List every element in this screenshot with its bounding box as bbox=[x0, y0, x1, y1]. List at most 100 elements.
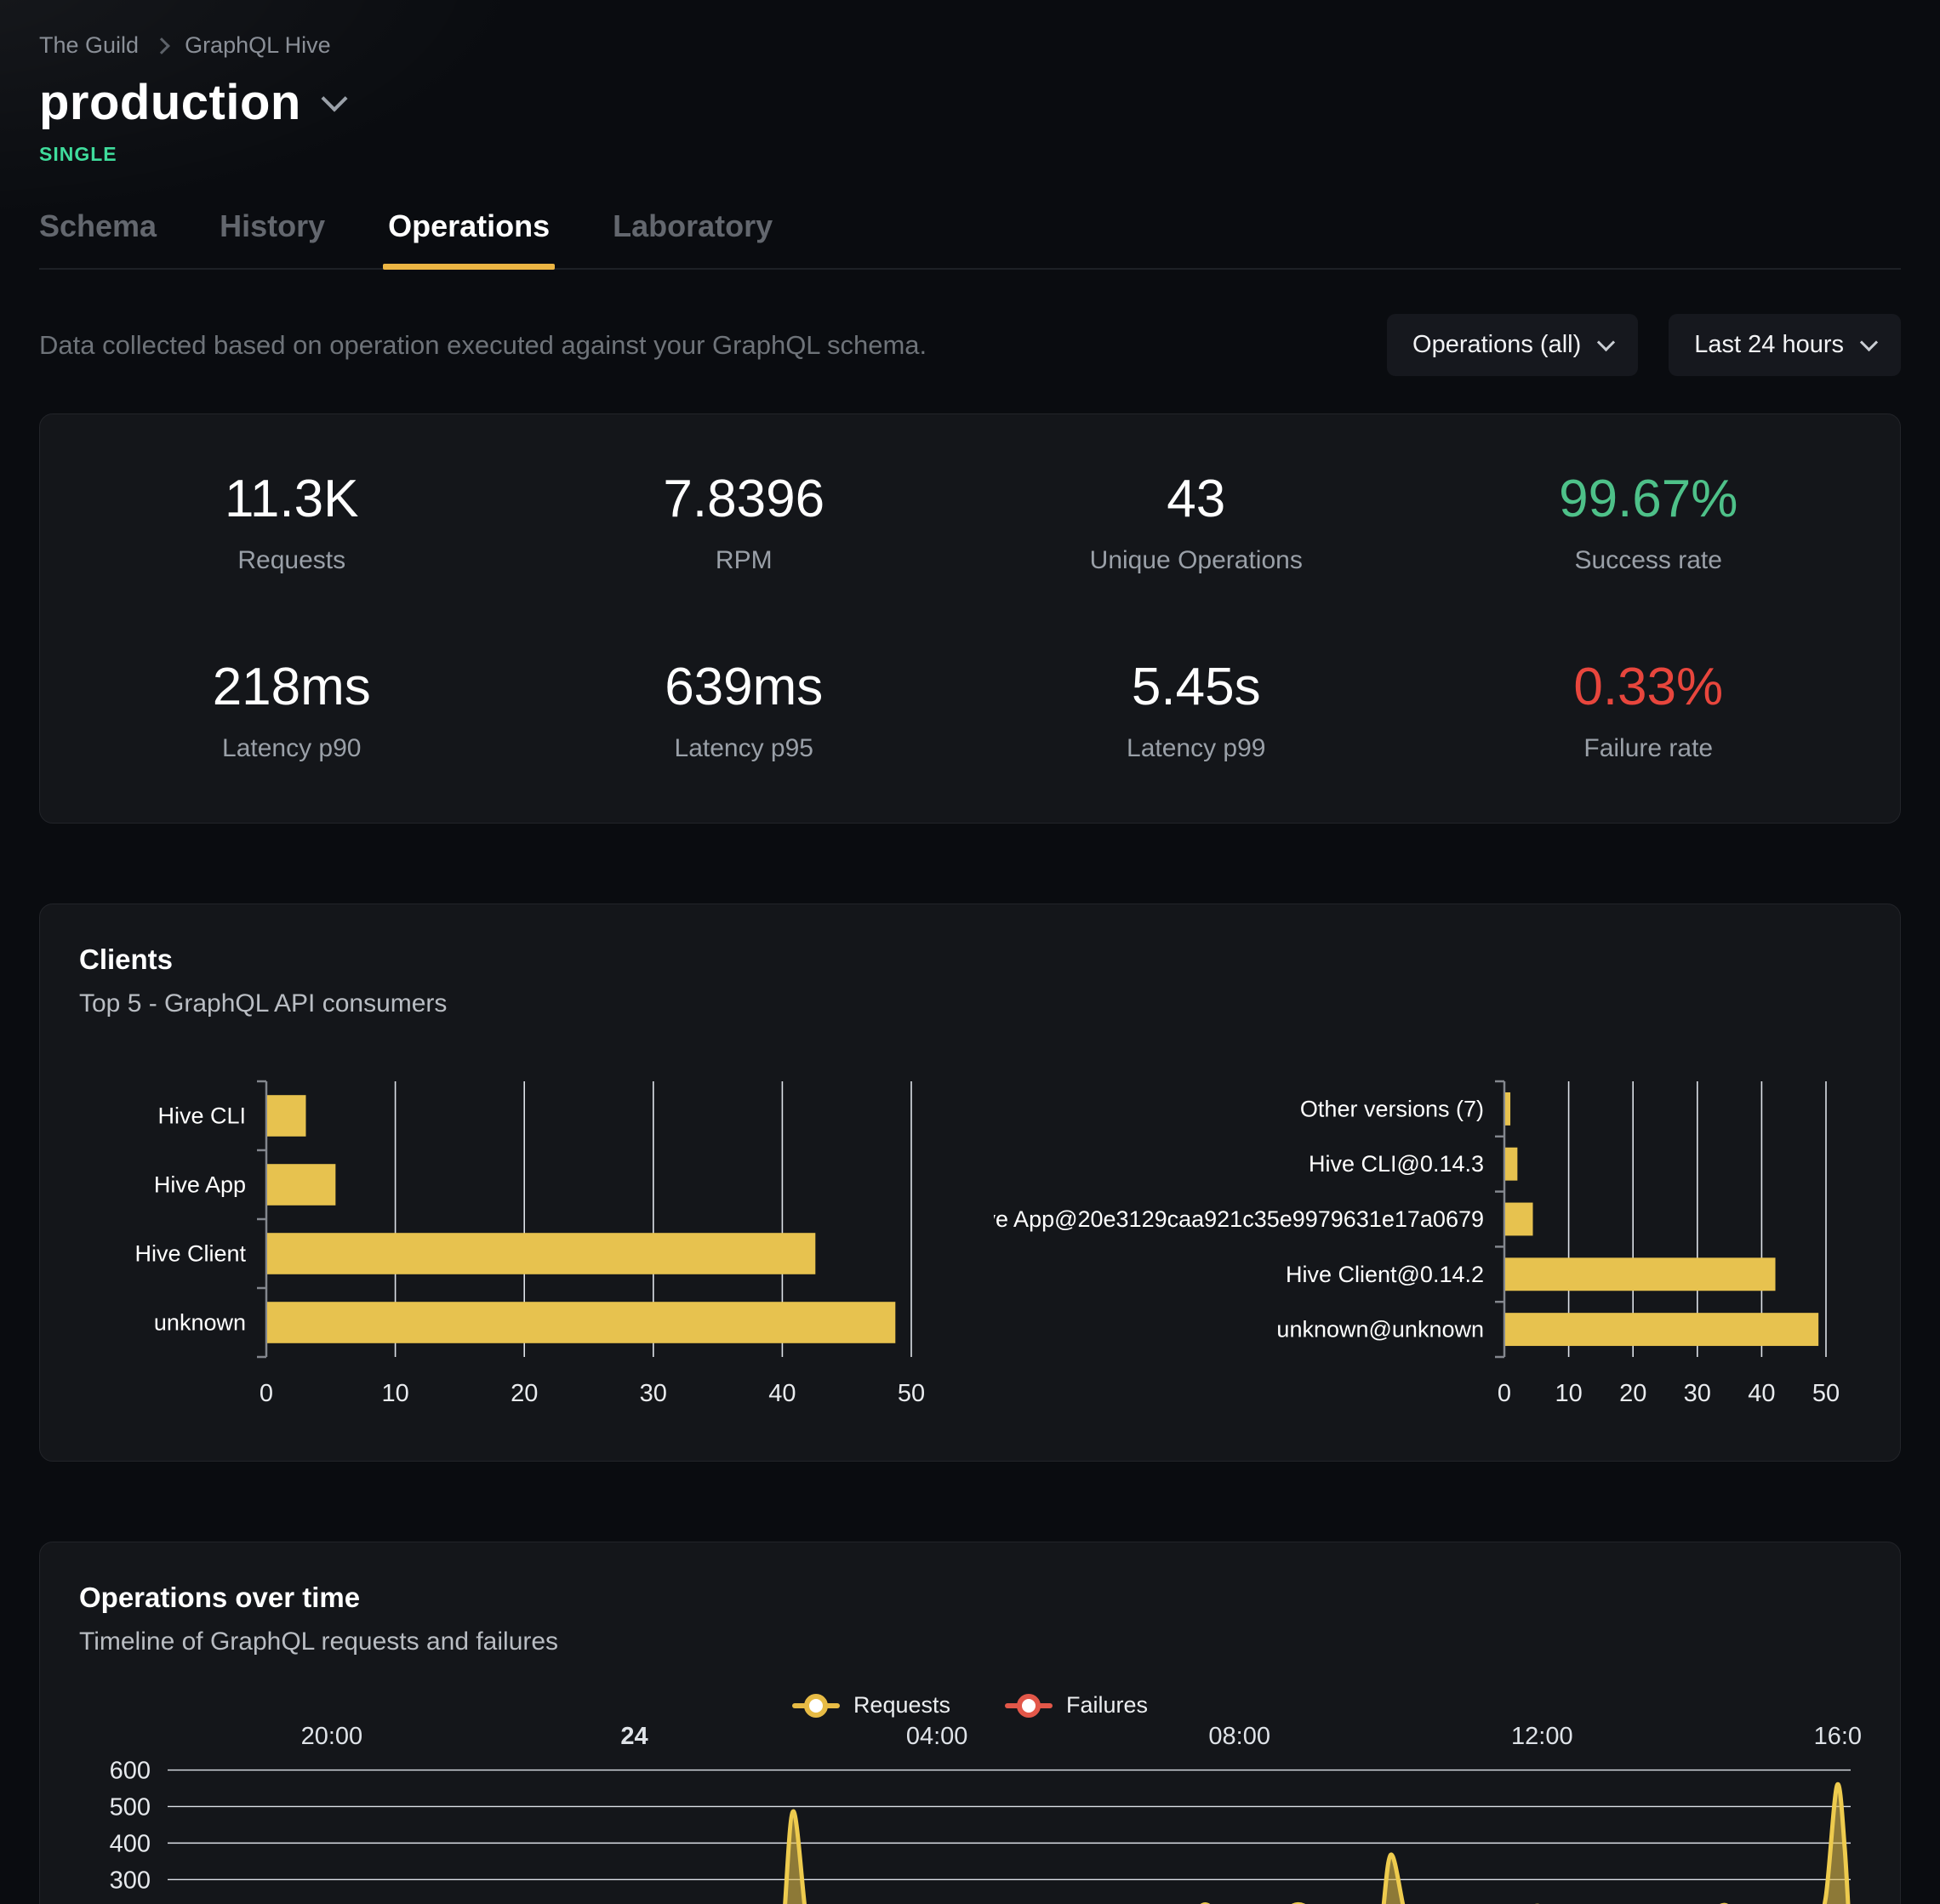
svg-text:30: 30 bbox=[640, 1380, 667, 1407]
svg-text:20:00: 20:00 bbox=[301, 1723, 363, 1750]
svg-text:300: 300 bbox=[110, 1867, 151, 1894]
stat-label: Success rate bbox=[1423, 546, 1875, 575]
stat-latency-p95: 639ms Latency p95 bbox=[518, 657, 971, 763]
stat-value: 99.67% bbox=[1423, 469, 1875, 529]
tab-operations[interactable]: Operations bbox=[388, 208, 550, 268]
svg-text:Hive Client: Hive Client bbox=[134, 1241, 246, 1267]
tab-schema[interactable]: Schema bbox=[39, 208, 157, 268]
timeline-legend: Requests Failures bbox=[79, 1692, 1861, 1719]
stat-latency-p90: 218ms Latency p90 bbox=[66, 657, 518, 763]
clients-card-title: Clients bbox=[79, 943, 1861, 976]
chevron-right-icon bbox=[153, 37, 170, 54]
stats-panel: 11.3K Requests7.8396 RPM 43 Unique Operation… bbox=[39, 413, 1901, 824]
stat-label: Failure rate bbox=[1423, 734, 1875, 763]
clients-charts-row: Hive CLI Hive App Hive Client unknown 0 10 20 3… bbox=[79, 1073, 1861, 1413]
stat-label: Requests bbox=[66, 546, 518, 575]
svg-text:10: 10 bbox=[1555, 1380, 1582, 1407]
stat-success-rate: 99.67% Success rate bbox=[1423, 469, 1875, 575]
clients-by-version-chart: Other versions (7) Hive CLI@0.14.3 Hive Ap… bbox=[994, 1073, 1861, 1413]
clients-card-subtitle: Top 5 - GraphQL API consumers bbox=[79, 989, 1861, 1018]
stat-value: 639ms bbox=[518, 657, 971, 717]
svg-text:400: 400 bbox=[110, 1830, 151, 1857]
svg-text:20: 20 bbox=[511, 1380, 538, 1407]
tab-laboratory[interactable]: Laboratory bbox=[613, 208, 773, 268]
svg-text:16:00: 16:00 bbox=[1814, 1723, 1863, 1750]
tab-history[interactable]: History bbox=[220, 208, 325, 268]
stat-latency-p99: 5.45s Latency p99 bbox=[970, 657, 1423, 763]
svg-text:Hive Client@0.14.2: Hive Client@0.14.2 bbox=[1286, 1262, 1484, 1287]
svg-text:Hive App: Hive App bbox=[154, 1172, 246, 1198]
stat-value: 11.3K bbox=[66, 469, 518, 529]
legend-dot bbox=[1017, 1694, 1041, 1718]
breadcrumb-item-graphql-hive[interactable]: GraphQL Hive bbox=[185, 32, 331, 59]
svg-text:20: 20 bbox=[1619, 1380, 1646, 1407]
svg-text:unknown: unknown bbox=[154, 1310, 246, 1336]
stat-failure-rate: 0.33% Failure rate bbox=[1423, 657, 1875, 763]
chevron-down-icon bbox=[1597, 333, 1615, 351]
svg-text:500: 500 bbox=[110, 1793, 151, 1821]
legend-item-requests[interactable]: Requests bbox=[792, 1692, 950, 1719]
clients-card: Clients Top 5 - GraphQL API consumers Hi… bbox=[39, 904, 1901, 1462]
breadcrumb-item-the-guild[interactable]: The Guild bbox=[39, 32, 139, 59]
stat-label: Latency p99 bbox=[970, 734, 1423, 763]
stat-label: Latency p90 bbox=[66, 734, 518, 763]
svg-text:50: 50 bbox=[1812, 1380, 1840, 1407]
main-content: Data collected based on operation execut… bbox=[0, 314, 1940, 1904]
toolbar: Data collected based on operation execut… bbox=[39, 314, 1901, 376]
svg-text:50: 50 bbox=[898, 1380, 925, 1407]
svg-text:Other versions (7): Other versions (7) bbox=[1300, 1096, 1484, 1121]
breadcrumb: The Guild GraphQL Hive bbox=[39, 32, 1901, 59]
page-header: The GuildGraphQL Hive production SINGLE … bbox=[0, 0, 1940, 270]
stat-value: 218ms bbox=[66, 657, 518, 717]
stat-value: 0.33% bbox=[1423, 657, 1875, 717]
stat-label: Unique Operations bbox=[970, 546, 1423, 575]
svg-text:0: 0 bbox=[1498, 1380, 1511, 1407]
svg-text:Hive CLI@0.14.3: Hive CLI@0.14.3 bbox=[1309, 1151, 1484, 1177]
svg-text:08:00: 08:00 bbox=[1208, 1723, 1270, 1750]
svg-text:24: 24 bbox=[620, 1723, 648, 1750]
svg-text:unknown@unknown: unknown@unknown bbox=[1276, 1317, 1484, 1342]
stat-rpm: 7.8396 RPM bbox=[518, 469, 971, 575]
timeline-card-title: Operations over time bbox=[79, 1582, 1861, 1614]
status-badge: SINGLE bbox=[39, 143, 1901, 166]
stat-value: 43 bbox=[970, 469, 1423, 529]
legend-marker-icon bbox=[792, 1694, 840, 1718]
stat-value: 7.8396 bbox=[518, 469, 971, 529]
stat-unique-operations: 43 Unique Operations bbox=[970, 469, 1423, 575]
operations-timeline-chart: 010020030040050060020:0020:00242404:0004… bbox=[79, 1719, 1863, 1904]
filter-group: Operations (all) Last 24 hours bbox=[1387, 314, 1901, 376]
svg-text:12:00: 12:00 bbox=[1511, 1723, 1573, 1750]
svg-text:04:00: 04:00 bbox=[906, 1723, 968, 1750]
stat-label: Latency p95 bbox=[518, 734, 971, 763]
svg-text:0: 0 bbox=[260, 1380, 273, 1407]
time-range-dropdown[interactable]: Last 24 hours bbox=[1669, 314, 1901, 376]
svg-text:40: 40 bbox=[1748, 1380, 1775, 1407]
chevron-down-icon bbox=[321, 85, 347, 111]
legend-item-failures[interactable]: Failures bbox=[1005, 1692, 1148, 1719]
page-title: production bbox=[39, 74, 301, 131]
stat-value: 5.45s bbox=[970, 657, 1423, 717]
legend-label: Failures bbox=[1066, 1692, 1148, 1719]
chevron-down-icon bbox=[1860, 333, 1878, 351]
dropdown-label: Last 24 hours bbox=[1694, 331, 1844, 359]
collection-description: Data collected based on operation execut… bbox=[39, 330, 927, 361]
operations-filter-dropdown[interactable]: Operations (all) bbox=[1387, 314, 1638, 376]
clients-by-name-chart: Hive CLI Hive App Hive Client unknown 0 10 20 3… bbox=[79, 1073, 946, 1413]
legend-label: Requests bbox=[853, 1692, 950, 1719]
tab-bar: Schema History Operations Laboratory bbox=[39, 208, 1901, 270]
timeline-card-subtitle: Timeline of GraphQL requests and failure… bbox=[79, 1628, 1861, 1656]
legend-marker-icon bbox=[1005, 1694, 1053, 1718]
operations-over-time-card: Operations over time Timeline of GraphQL… bbox=[39, 1542, 1901, 1904]
dropdown-label: Operations (all) bbox=[1412, 331, 1581, 359]
graphql-hive-dashboard: The GuildGraphQL Hive production SINGLE … bbox=[0, 0, 1940, 1904]
svg-text:10: 10 bbox=[381, 1380, 408, 1407]
svg-text:40: 40 bbox=[768, 1380, 796, 1407]
svg-text:Hive App@20e3129caa921c35e9979: Hive App@20e3129caa921c35e9979631e17a067… bbox=[994, 1206, 1484, 1232]
svg-text:30: 30 bbox=[1684, 1380, 1711, 1407]
project-switcher[interactable]: production bbox=[39, 74, 1901, 131]
svg-text:600: 600 bbox=[110, 1758, 151, 1785]
svg-text:Hive CLI: Hive CLI bbox=[157, 1103, 246, 1129]
stat-label: RPM bbox=[518, 546, 971, 575]
legend-dot bbox=[804, 1694, 828, 1718]
stat-requests: 11.3K Requests bbox=[66, 469, 518, 575]
